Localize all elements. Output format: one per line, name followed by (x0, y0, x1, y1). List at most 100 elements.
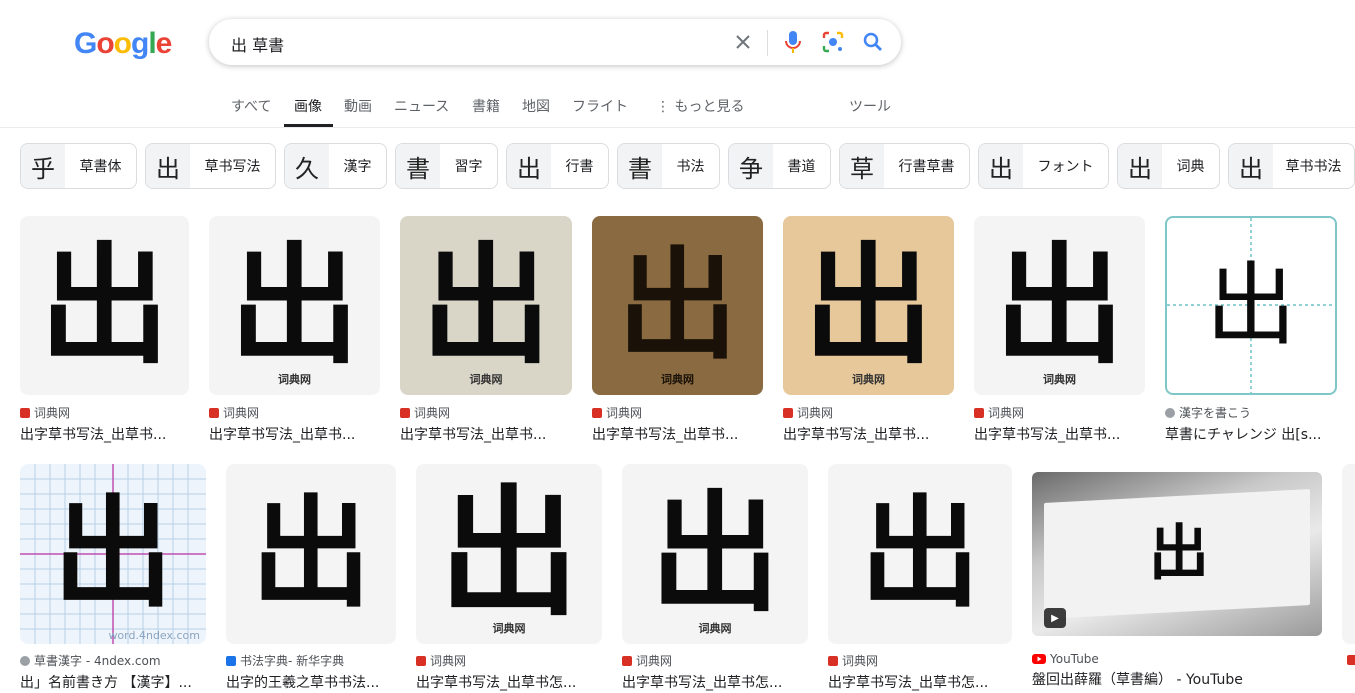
tools-button[interactable]: ツール (849, 96, 891, 116)
result-thumbnail[interactable]: 出 (828, 464, 1012, 644)
result-source[interactable]: 词典网 (400, 404, 572, 421)
watermark: 词典网 (661, 373, 694, 386)
video-result[interactable]: 出 ▶ YouTube 盤回出薛羅（草書編） - YouTube (1032, 472, 1322, 689)
image-result[interactable]: 出 漢字を書こう 草書にチャレンジ 出[s... (1165, 216, 1337, 444)
chip-shufa[interactable]: 書书法 (617, 143, 720, 189)
result-thumbnail[interactable]: 出词典网 (622, 464, 808, 644)
chip-shodo[interactable]: 争書道 (728, 143, 831, 189)
chip-gyosho[interactable]: 出行書 (506, 143, 609, 189)
source-label: 词典网 (842, 654, 879, 668)
video-thumbnail[interactable]: 出 ▶ (1032, 472, 1322, 636)
result-source[interactable]: 词典网 (828, 652, 1012, 669)
image-result[interactable]: 出词典网 词典网 出字草书写法_出草书... (209, 216, 380, 444)
result-source[interactable]: YouTube (1032, 652, 1322, 666)
result-thumbnail[interactable]: 出词典网 (974, 216, 1145, 395)
tab-flights[interactable]: フライト (572, 96, 628, 116)
chip-cursive-style[interactable]: 乎草書体 (20, 143, 137, 189)
chip-gyosho-sosho[interactable]: 草行書草書 (839, 143, 970, 189)
tab-all[interactable]: すべて (231, 96, 271, 116)
tab-maps[interactable]: 地図 (522, 96, 550, 116)
calligraphy-glyph: 出 (860, 483, 980, 624)
result-thumbnail[interactable]: 出 (1165, 216, 1337, 395)
chip-shuji[interactable]: 書習字 (395, 143, 498, 189)
chip-thumbnail: 争 (729, 144, 773, 188)
chip-cursive-writing[interactable]: 出草书写法 (145, 143, 276, 189)
image-result[interactable]: 出 词典网 出字草书写法_出草书... (20, 216, 189, 444)
result-title[interactable]: 出字的王羲之草书书法... (226, 672, 396, 692)
result-title[interactable]: 出字草书写法_出草书... (209, 424, 380, 444)
image-result-partial[interactable] (1342, 464, 1355, 644)
result-thumbnail[interactable]: 出词典网 (783, 216, 954, 395)
clear-icon[interactable] (731, 30, 755, 54)
logo-letter: o (96, 27, 114, 60)
result-source[interactable]: 书法字典- 新华字典 (226, 652, 396, 669)
image-result[interactable]: 出词典网 词典网 出字草书写法_出草书... (400, 216, 572, 444)
image-result[interactable]: 出词典网 词典网 出字草书写法_出草书... (592, 216, 763, 444)
image-result[interactable]: 出 word.4ndex.com 草書漢字 - 4ndex.com 出」名前書き… (20, 464, 206, 692)
result-title[interactable]: 出字草书写法_出草书... (20, 424, 189, 444)
result-thumbnail[interactable]: 出词典网 (592, 216, 763, 395)
chip-dictionary[interactable]: 出词典 (1117, 143, 1220, 189)
youtube-icon (1032, 654, 1046, 664)
result-title[interactable]: 出字草书写法_出草书... (592, 424, 763, 444)
watermark: 词典网 (1043, 373, 1076, 386)
result-title[interactable]: 出字草书写法_出草书... (783, 424, 954, 444)
result-thumbnail[interactable]: 出词典网 (209, 216, 380, 395)
result-thumbnail[interactable]: 出 (20, 216, 189, 395)
lens-icon[interactable] (821, 30, 845, 54)
search-box[interactable]: 出 草書 (209, 19, 901, 65)
search-icon[interactable] (861, 30, 885, 54)
search-input[interactable]: 出 草書 (231, 32, 284, 56)
result-source[interactable]: 词典网 (974, 404, 1145, 421)
result-source[interactable]: 词典网 (783, 404, 954, 421)
chip-thumbnail: 出 (1118, 144, 1162, 188)
tab-more[interactable]: ⋮ もっと見る (656, 96, 744, 116)
result-thumbnail[interactable]: 出词典网 (416, 464, 602, 644)
result-source[interactable]: 词典网 (416, 652, 602, 669)
result-source[interactable]: 草書漢字 - 4ndex.com (20, 652, 206, 669)
result-source[interactable]: 词典网 (622, 652, 808, 669)
result-title[interactable]: 盤回出薛羅（草書編） - YouTube (1032, 669, 1322, 689)
tab-books[interactable]: 書籍 (472, 96, 500, 116)
calligraphy-glyph: 出 (1206, 252, 1296, 358)
site-favicon-icon (622, 655, 632, 666)
result-thumbnail[interactable]: 出 (226, 464, 396, 644)
source-label: 词典网 (414, 406, 451, 420)
watermark: 词典网 (698, 622, 732, 635)
result-source[interactable]: 漢字を書こう (1165, 404, 1337, 421)
tab-videos[interactable]: 動画 (344, 96, 372, 116)
play-icon[interactable]: ▶ (1044, 608, 1066, 628)
chip-font[interactable]: 出フォント (978, 143, 1109, 189)
source-label: 草書漢字 - 4ndex.com (34, 654, 161, 668)
image-result[interactable]: 出词典网 词典网 出字草书写法_出草书怎... (416, 464, 602, 692)
calligraphy-glyph: 出 (438, 472, 579, 636)
result-thumbnail[interactable]: 出词典网 (400, 216, 572, 395)
result-title[interactable]: 出字草书写法_出草书... (974, 424, 1145, 444)
tabs-divider (0, 127, 1355, 128)
result-thumbnail[interactable]: 出 word.4ndex.com (20, 464, 206, 644)
microphone-icon[interactable] (781, 30, 805, 54)
result-title[interactable]: 草書にチャレンジ 出[s... (1165, 424, 1337, 444)
result-title[interactable]: 出字草书写法_出草书... (400, 424, 572, 444)
tab-news[interactable]: ニュース (394, 96, 449, 116)
google-logo[interactable]: Google (74, 26, 172, 62)
chip-label: 草书书法 (1285, 159, 1342, 175)
result-source[interactable]: 词典网 (209, 404, 380, 421)
chip-kanji[interactable]: 久漢字 (284, 143, 387, 189)
result-source[interactable]: 词典网 (20, 404, 189, 421)
image-result[interactable]: 出 书法字典- 新华字典 出字的王羲之草书书法... (226, 464, 396, 692)
chip-label: フォント (1037, 159, 1094, 175)
image-result[interactable]: 出 词典网 出字草书写法_出草书怎... (828, 464, 1012, 692)
chip-label: 漢字 (343, 159, 372, 175)
result-title[interactable]: 出」名前書き方 【漢字】... (20, 672, 206, 692)
image-result[interactable]: 出词典网 词典网 出字草书写法_出草书... (783, 216, 954, 444)
chip-cursive-calligraphy[interactable]: 出草书书法 (1228, 143, 1355, 189)
result-title[interactable]: 出字草书写法_出草书怎... (622, 672, 808, 692)
tab-images[interactable]: 画像 (294, 96, 322, 116)
image-result[interactable]: 出词典网 词典网 出字草书写法_出草书... (974, 216, 1145, 444)
result-title[interactable]: 出字草书写法_出草书怎... (828, 672, 1012, 692)
result-source[interactable]: 词典网 (592, 404, 763, 421)
image-result[interactable]: 出词典网 词典网 出字草书写法_出草书怎... (622, 464, 808, 692)
result-title[interactable]: 出字草书写法_出草书怎... (416, 672, 602, 692)
tab-more-label: もっと見る (674, 99, 745, 115)
